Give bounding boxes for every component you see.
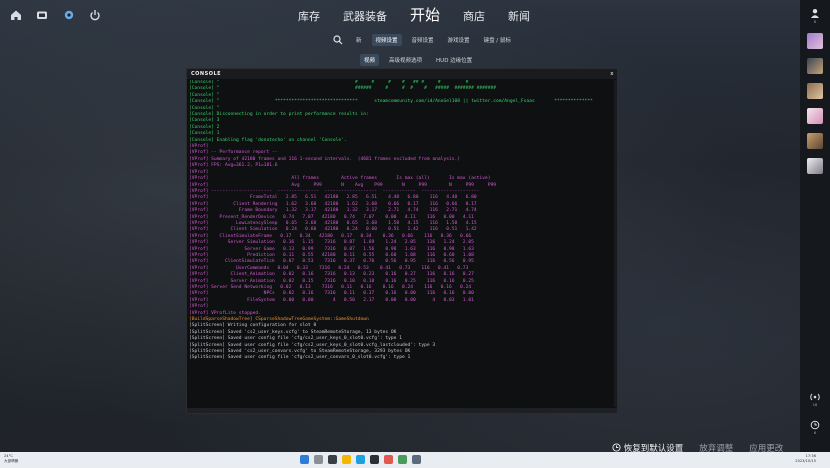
close-icon[interactable]: x — [610, 69, 614, 79]
tab-audio[interactable]: 音频设置 — [408, 34, 438, 46]
explorer-icon[interactable] — [342, 455, 351, 464]
friends-icon[interactable] — [808, 6, 822, 20]
top-nav: 库存 武器装备 开始 商店 新闻 — [0, 0, 800, 32]
task-view-icon[interactable] — [328, 455, 337, 464]
friends-sidebar: 8 16 6 — [800, 0, 830, 452]
tab-game[interactable]: 游戏设置 — [444, 34, 474, 46]
nav-play[interactable]: 开始 — [410, 4, 440, 25]
console-title: CONSOLE — [191, 71, 222, 77]
video-subtabs: 视频 高级视频选项 HUD 边缘位置 — [360, 54, 476, 66]
home-icon[interactable] — [8, 7, 24, 23]
taskbar-apps — [300, 455, 421, 464]
nav-news[interactable]: 新闻 — [508, 8, 530, 24]
console-line: [SplitScreen] Saved user config file 'cf… — [189, 355, 411, 361]
weather-desc: 大部晴朗 — [4, 459, 19, 463]
steam-icon[interactable] — [370, 455, 379, 464]
tv-icon[interactable] — [34, 7, 50, 23]
tab-new[interactable]: 新 — [352, 34, 366, 46]
friends-count: 8 — [813, 20, 817, 24]
history-icon[interactable] — [808, 418, 822, 432]
nav-loadout[interactable]: 武器装备 — [343, 8, 387, 24]
avatar[interactable] — [807, 158, 823, 174]
subtab-advanced-video[interactable]: 高级视频选项 — [385, 54, 426, 66]
edge-icon[interactable] — [356, 455, 365, 464]
avatar[interactable] — [807, 33, 823, 49]
subtab-video[interactable]: 视频 — [360, 54, 380, 66]
console-input[interactable] — [187, 408, 617, 413]
avatar[interactable] — [807, 58, 823, 74]
settings-tabs: 新 视频设置 音频设置 游戏设置 键盘 / 鼠标 — [330, 32, 515, 48]
start-icon[interactable] — [300, 455, 309, 464]
windows-taskbar: 24°C 大部晴朗 17:36 2023/10/15 — [0, 452, 830, 468]
avatar[interactable] — [807, 133, 823, 149]
search-icon[interactable] — [314, 455, 323, 464]
app-icon[interactable] — [398, 455, 407, 464]
console-output: [Console] " # # # # ## # # # [Console] " … — [189, 80, 613, 407]
console-scrollbar[interactable] — [614, 80, 617, 407]
gear-icon[interactable] — [61, 7, 77, 23]
tab-video[interactable]: 视频设置 — [371, 34, 402, 46]
broadcast-count: 16 — [812, 403, 818, 407]
nav-store[interactable]: 商店 — [463, 8, 485, 24]
console-line: [Console] " ****************************… — [189, 99, 593, 105]
clock-date: 2023/10/15 — [795, 459, 816, 463]
console-window: CONSOLE x [Console] " # # # # ## # # # [C… — [186, 68, 618, 414]
taskbar-clock[interactable]: 17:36 2023/10/15 — [795, 454, 816, 464]
history-count: 6 — [813, 431, 817, 435]
search-icon[interactable] — [330, 32, 346, 48]
avatar[interactable] — [807, 108, 823, 124]
cs2-icon[interactable] — [412, 455, 421, 464]
subtab-hud-edge[interactable]: HUD 边缘位置 — [432, 54, 476, 66]
broadcast-icon[interactable] — [808, 390, 822, 404]
power-icon[interactable] — [87, 7, 103, 23]
avatar[interactable] — [807, 83, 823, 99]
tab-keyboard-mouse[interactable]: 键盘 / 鼠标 — [480, 34, 515, 46]
console-titlebar[interactable]: CONSOLE x — [187, 69, 617, 79]
nav-inventory[interactable]: 库存 — [298, 8, 320, 24]
restore-icon — [612, 443, 621, 452]
weather-widget[interactable]: 24°C 大部晴朗 — [4, 454, 18, 464]
app-icon[interactable] — [384, 455, 393, 464]
